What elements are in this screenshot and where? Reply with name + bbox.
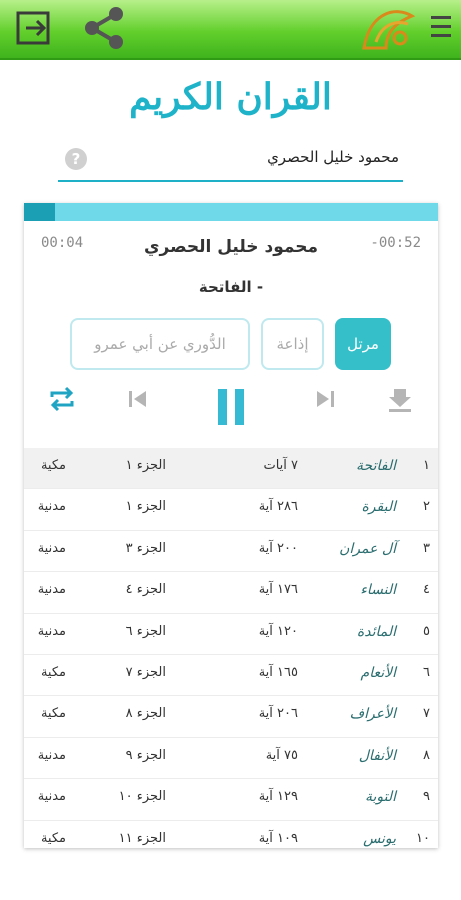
surah-number: ٣ — [423, 540, 430, 556]
surah-number: ٩ — [423, 789, 430, 805]
surah-revelation-type: مدنية — [37, 747, 66, 763]
surah-row[interactable]: ٤ النساء ١٧٦ آية الجزء ٤ مدنية — [24, 572, 438, 614]
surah-revelation-type: مدنية — [37, 499, 66, 515]
exit-icon[interactable] — [14, 9, 54, 49]
surah-row[interactable]: ٩ التوبة ١٢٩ آية الجزء ١٠ مدنية — [24, 779, 438, 821]
menu-icon[interactable] — [428, 12, 454, 42]
share-icon[interactable] — [80, 4, 128, 52]
surah-name: الأنعام — [360, 664, 396, 681]
quran-logo-icon — [362, 10, 416, 50]
surah-ayat-count: ٢٠٠ آية — [258, 540, 298, 556]
surah-row[interactable]: ٨ الأنفال ٧٥ آية الجزء ٩ مدنية — [24, 738, 438, 780]
surah-ayat-count: ١٠٩ آية — [258, 830, 298, 846]
surah-number: ١٠ — [416, 830, 430, 846]
surah-name: آل عمران — [339, 540, 396, 557]
surah-list: ١ الفاتحة ٧ آيات الجزء ١ مكية ٢ البقرة ٢٨٦ آية ا… — [24, 448, 438, 848]
surah-name: يونس — [363, 830, 396, 847]
now-playing-reciter: محمود خليل الحصري — [143, 237, 319, 257]
surah-number: ٢ — [423, 499, 430, 515]
surah-juz: الجزء ١ — [125, 499, 166, 515]
surah-revelation-type: مدنية — [37, 582, 66, 598]
surah-row[interactable]: ٣ آل عمران ٢٠٠ آية الجزء ٣ مدنية — [24, 531, 438, 573]
download-icon[interactable] — [385, 383, 415, 415]
surah-juz: الجزء ١١ — [118, 830, 166, 846]
surah-name: المائدة — [356, 623, 396, 640]
surah-name: الأنفال — [358, 747, 396, 764]
reciter-selected-value: محمود خليل الحصري — [267, 148, 399, 166]
app-toolbar — [0, 0, 461, 60]
surah-revelation-type: مكية — [40, 664, 66, 680]
surah-revelation-type: مكية — [40, 706, 66, 722]
surah-name: الفاتحة — [356, 458, 396, 474]
surah-ayat-count: ٧٥ آية — [265, 747, 298, 763]
surah-ayat-count: ١٢٩ آية — [258, 789, 298, 805]
mode-label: مرتل — [347, 335, 379, 353]
surah-number: ٥ — [423, 623, 430, 639]
mode-radio-button[interactable]: إذاعة — [261, 318, 324, 370]
mode-murattal-button[interactable]: مرتل — [335, 318, 391, 370]
surah-ayat-count: ٢٨٦ آية — [258, 499, 298, 515]
surah-juz: الجزء ٨ — [125, 706, 166, 722]
previous-icon[interactable] — [124, 383, 152, 415]
surah-juz: الجزء ٧ — [125, 664, 166, 680]
surah-juz: الجزء ١ — [125, 458, 166, 473]
surah-name: البقرة — [361, 499, 396, 516]
page-title: القران الكريم — [129, 76, 332, 118]
surah-ayat-count: ١٧٦ آية — [258, 582, 298, 598]
surah-number: ٧ — [423, 706, 430, 722]
surah-revelation-type: مدنية — [37, 789, 66, 805]
surah-ayat-count: ٧ آيات — [263, 458, 298, 473]
next-icon[interactable] — [311, 383, 339, 415]
surah-revelation-type: مكية — [40, 458, 66, 473]
surah-ayat-count: ٢٠٦ آية — [258, 706, 298, 722]
mode-riwaya-button[interactable]: الدُّوري عن أبي عمرو — [70, 318, 250, 370]
surah-row[interactable]: ٦ الأنعام ١٦٥ آية الجزء ٧ مكية — [24, 655, 438, 697]
surah-revelation-type: مكية — [40, 830, 66, 846]
surah-revelation-type: مدنية — [37, 623, 66, 639]
surah-juz: الجزء ٣ — [125, 540, 166, 556]
surah-juz: الجزء ٩ — [125, 747, 166, 763]
mode-label: الدُّوري عن أبي عمرو — [94, 335, 226, 353]
surah-row[interactable]: ٥ المائدة ١٢٠ آية الجزء ٦ مدنية — [24, 614, 438, 655]
player-card: 00:04 -00:52 محمود خليل الحصري - الفاتحة… — [24, 203, 438, 848]
surah-juz: الجزء ١٠ — [118, 789, 166, 805]
now-playing-surah: - الفاتحة — [198, 278, 264, 296]
pause-icon[interactable] — [215, 387, 247, 427]
surah-revelation-type: مدنية — [37, 540, 66, 556]
progress-bar[interactable] — [24, 203, 438, 221]
surah-juz: الجزء ٦ — [125, 623, 166, 639]
surah-number: ٦ — [423, 664, 430, 680]
progress-fill — [24, 203, 56, 221]
surah-row[interactable]: ٢ البقرة ٢٨٦ آية الجزء ١ مدنية — [24, 489, 438, 531]
surah-number: ١ — [423, 458, 430, 473]
surah-name: الأعراف — [349, 706, 396, 723]
mode-label: إذاعة — [276, 335, 309, 353]
surah-row[interactable]: ١٠ يونس ١٠٩ آية الجزء ١١ مكية — [24, 821, 438, 848]
surah-number: ٨ — [423, 747, 430, 763]
surah-ayat-count: ١٢٠ آية — [258, 623, 298, 639]
surah-juz: الجزء ٤ — [125, 582, 166, 598]
repeat-icon[interactable] — [46, 383, 78, 415]
reciter-dropdown[interactable]: محمود خليل الحصري ? — [58, 138, 403, 182]
help-icon[interactable]: ? — [65, 148, 87, 170]
surah-row[interactable]: ٧ الأعراف ٢٠٦ آية الجزء ٨ مكية — [24, 696, 438, 738]
surah-number: ٤ — [423, 582, 430, 598]
surah-row[interactable]: ١ الفاتحة ٧ آيات الجزء ١ مكية — [24, 448, 438, 490]
surah-name: التوبة — [364, 789, 396, 806]
surah-name: النساء — [360, 582, 396, 599]
surah-ayat-count: ١٦٥ آية — [258, 664, 298, 680]
